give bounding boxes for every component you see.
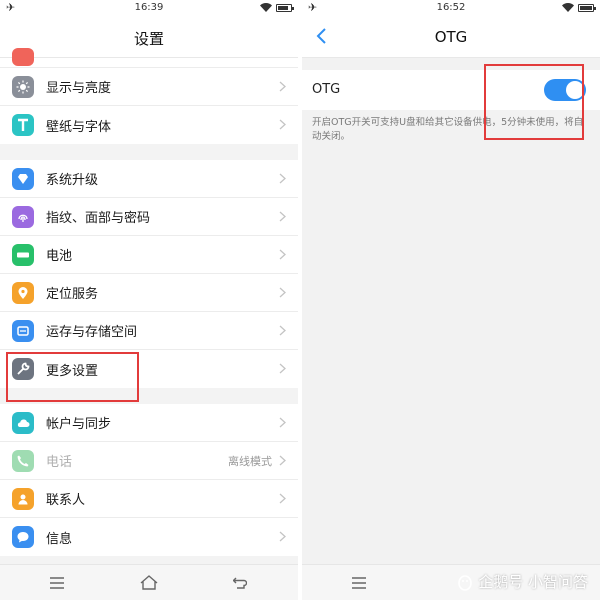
- settings-item-label: 定位服务: [46, 287, 99, 302]
- settings-panel: ✈ 16:39 设置 显示与亮度壁纸与字体 系统升级指纹、面部与密码 电池定位服务…: [0, 0, 298, 600]
- list-item-partial[interactable]: [0, 48, 298, 68]
- home-icon[interactable]: [140, 575, 158, 590]
- battery-status-icon: [578, 3, 596, 12]
- chevron-right-icon: [279, 325, 286, 336]
- chevron-right-icon: [279, 173, 286, 184]
- settings-item-label: 显示与亮度: [46, 81, 112, 96]
- chevron-right-icon: [279, 363, 286, 374]
- chevron-right-icon: [279, 531, 286, 542]
- chevron-right-icon: [279, 287, 286, 298]
- settings-item-label: 系统升级: [46, 173, 99, 188]
- status-bar: ✈ 16:52: [302, 0, 600, 16]
- otg-panel: ✈ 16:52 OTG OTG 开启OTG开关可支持U盘和给其它设备供电，5分钟…: [302, 0, 600, 600]
- otg-titlebar: OTG: [302, 16, 600, 58]
- highlight-more-settings: [6, 352, 139, 402]
- settings-item-label: 联系人: [46, 493, 86, 508]
- status-time: 16:52: [436, 2, 466, 13]
- wifi-icon: [562, 3, 574, 12]
- otg-label: OTG: [312, 82, 341, 97]
- watermark-text: 企鹅号 小智问答: [478, 573, 588, 591]
- settings-item-cloud[interactable]: 帐户与同步: [0, 404, 298, 442]
- sun-icon: [12, 75, 34, 98]
- wifi-icon: [260, 3, 272, 12]
- menu-icon[interactable]: [50, 577, 64, 589]
- settings-item-value: 离线模式: [228, 454, 272, 468]
- settings-item-location[interactable]: 定位服务: [0, 274, 298, 312]
- settings-item-storage[interactable]: 运存与存储空间: [0, 312, 298, 350]
- page-title: 设置: [133, 30, 164, 48]
- status-time: 16:39: [134, 2, 164, 13]
- chevron-right-icon: [279, 81, 286, 92]
- chevron-right-icon: [279, 249, 286, 260]
- battery-icon: [12, 243, 34, 266]
- battery-status-icon: [276, 3, 294, 12]
- app-icon: [12, 48, 34, 66]
- chevron-right-icon: [279, 455, 286, 466]
- watermark: 企鹅号 小智问答: [456, 571, 588, 592]
- settings-item-message[interactable]: 信息: [0, 518, 298, 556]
- settings-item-contact[interactable]: 联系人: [0, 480, 298, 518]
- settings-item-label: 运存与存储空间: [46, 325, 138, 340]
- highlight-otg-toggle: [484, 64, 584, 140]
- upgrade-icon: [12, 167, 34, 190]
- navigation-bar: [0, 564, 298, 600]
- chevron-right-icon: [279, 119, 286, 130]
- settings-item-fingerprint[interactable]: 指纹、面部与密码: [0, 198, 298, 236]
- settings-item-sun[interactable]: 显示与亮度: [0, 68, 298, 106]
- penguin-logo-icon: [458, 574, 473, 591]
- chevron-right-icon: [279, 211, 286, 222]
- settings-item-battery[interactable]: 电池: [0, 236, 298, 274]
- back-nav-icon[interactable]: [233, 577, 247, 589]
- location-icon: [12, 281, 34, 304]
- settings-item-upgrade[interactable]: 系统升级: [0, 160, 298, 198]
- settings-item-label: 帐户与同步: [46, 417, 112, 432]
- settings-item-phone[interactable]: 电话 离线模式: [0, 442, 298, 480]
- settings-item-label: 指纹、面部与密码: [46, 211, 151, 226]
- settings-item-label: 电池: [46, 249, 73, 264]
- contact-icon: [12, 487, 34, 510]
- chevron-right-icon: [279, 493, 286, 504]
- message-icon: [12, 526, 34, 548]
- chevron-right-icon: [279, 417, 286, 428]
- phone-icon: [12, 449, 34, 472]
- storage-icon: [12, 319, 34, 342]
- settings-item-label: 信息: [46, 531, 73, 547]
- settings-titlebar: 设置: [0, 16, 298, 58]
- settings-item-text-t[interactable]: 壁纸与字体: [0, 106, 298, 144]
- settings-item-label: 壁纸与字体: [46, 119, 112, 135]
- text-t-icon: [12, 114, 34, 136]
- menu-icon[interactable]: [352, 577, 366, 589]
- status-bar: ✈ 16:39: [0, 0, 298, 16]
- fingerprint-icon: [12, 205, 34, 228]
- cloud-icon: [12, 411, 34, 434]
- settings-item-label: 电话: [46, 455, 73, 470]
- page-title: OTG: [434, 28, 468, 46]
